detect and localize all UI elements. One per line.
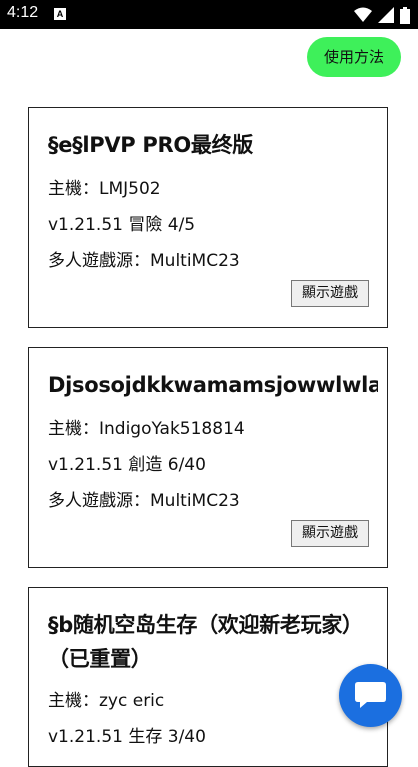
server-card[interactable]: Djsosojdkkwamamsjowwlwlals 主機：IndigoYak5… [28, 347, 388, 568]
server-title: Djsosojdkkwamamsjowwlwlals [48, 373, 378, 397]
server-mode: v1.21.51 冒險 4/5 [48, 215, 196, 235]
server-card[interactable]: §e§lPVP PRO最终版 主機：LMJ502 v1.21.51 冒險 4/5… [28, 107, 388, 328]
battery-icon [400, 6, 410, 24]
server-host: 主機：IndigoYak518814 [48, 419, 245, 439]
chat-icon [355, 682, 386, 708]
server-mode: v1.21.51 生存 3/40 [48, 727, 206, 747]
chat-fab[interactable] [339, 664, 402, 727]
signal-icon [378, 7, 394, 23]
wifi-icon [354, 7, 372, 22]
server-source: 多人遊戲源：MultiMC23 [48, 251, 240, 271]
server-source: 多人遊戲源：MultiMC23 [48, 491, 240, 511]
server-mode: v1.21.51 創造 6/40 [48, 455, 206, 475]
status-time: 4:12 [7, 4, 39, 21]
show-game-button[interactable]: 顯示遊戲 [291, 280, 369, 307]
usage-button[interactable]: 使用方法 [307, 37, 401, 77]
server-title: §e§lPVP PRO最终版 [48, 133, 254, 157]
notification-icon: A [54, 8, 66, 20]
server-card[interactable]: §b随机空岛生存（欢迎新老玩家）（已重置） 主機：zyc eric v1.21.… [28, 587, 388, 767]
server-host: 主機：LMJ502 [48, 179, 161, 199]
status-icons [354, 6, 410, 24]
show-game-button[interactable]: 顯示遊戲 [291, 520, 369, 547]
server-title: §b随机空岛生存（欢迎新老玩家）（已重置） [48, 613, 363, 671]
server-host: 主機：zyc eric [48, 691, 165, 711]
status-bar: 4:12 A [0, 0, 418, 29]
